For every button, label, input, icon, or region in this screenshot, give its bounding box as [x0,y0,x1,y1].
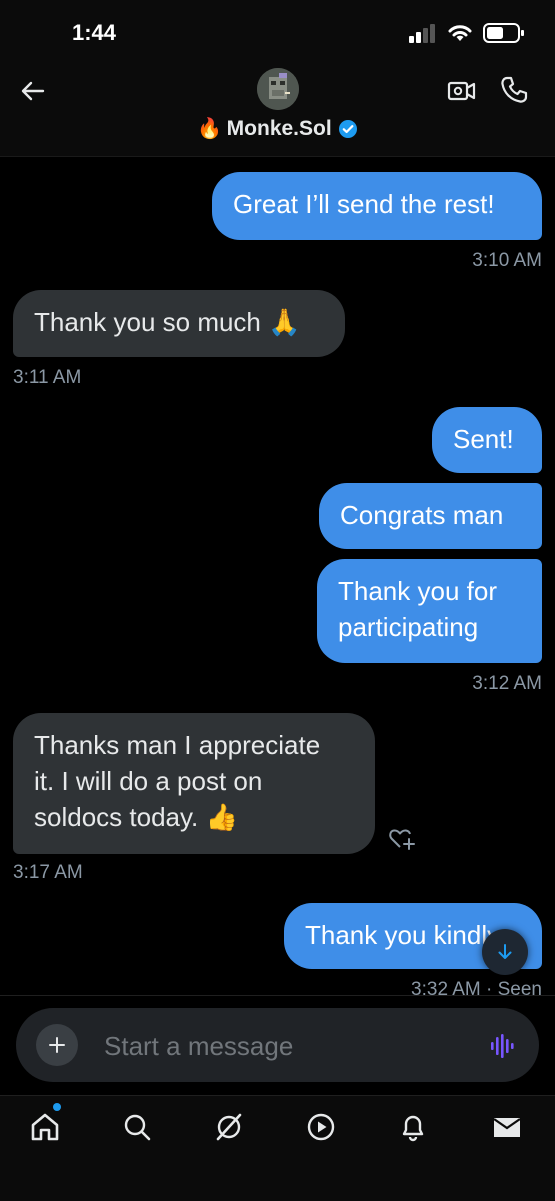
title-row[interactable]: 🔥 Monke.Sol [0,116,555,141]
status-bar: 1:44 [0,0,555,62]
back-arrow-icon[interactable] [18,76,48,106]
message-bubble[interactable]: Thank you for participating [317,559,542,663]
message-bubble[interactable]: Great I’ll send the rest! [212,172,542,240]
message-bubble[interactable]: Sent! [432,407,542,473]
signal-icon [409,24,435,43]
status-icons [409,22,525,44]
heart-add-icon[interactable] [388,826,416,852]
composer-area [0,995,555,1096]
video-call-icon[interactable] [447,76,477,106]
message-bubble[interactable]: Thank you so much 🙏 [13,290,345,357]
grok-icon[interactable] [212,1110,246,1144]
wifi-icon [448,25,472,41]
video-icon[interactable] [304,1110,338,1144]
search-icon[interactable] [120,1110,154,1144]
battery-icon [483,23,524,43]
conversation-header: 🔥 Monke.Sol [0,62,555,157]
scroll-down-icon [498,944,512,959]
message-timestamp: 3:11 AM [13,367,82,388]
message-timestamp: 3:17 AM [13,862,83,883]
add-media-button[interactable] [36,1024,78,1066]
composer [16,1008,539,1082]
messages-icon[interactable] [490,1110,524,1144]
plus-icon [49,1037,65,1053]
status-time: 1:44 [72,20,117,45]
message-bubble[interactable]: Congrats man [319,483,542,549]
bottom-tab-bar [0,1095,555,1201]
scroll-to-bottom-button[interactable] [482,929,528,975]
contact-name: 🔥 Monke.Sol [197,117,332,140]
voice-icon[interactable] [489,1032,517,1060]
home-unread-dot [53,1103,61,1111]
home-icon[interactable] [28,1110,62,1144]
message-input[interactable] [102,1025,466,1067]
message-bubble[interactable]: Thanks man I appreciate it. I will do a … [13,713,375,854]
verified-badge-icon [338,119,357,138]
phone-icon[interactable] [499,75,529,105]
notifications-icon[interactable] [396,1110,430,1144]
avatar[interactable] [257,68,299,110]
message-timestamp: 3:10 AM [472,250,542,271]
message-timestamp: 3:12 AM [472,673,542,694]
